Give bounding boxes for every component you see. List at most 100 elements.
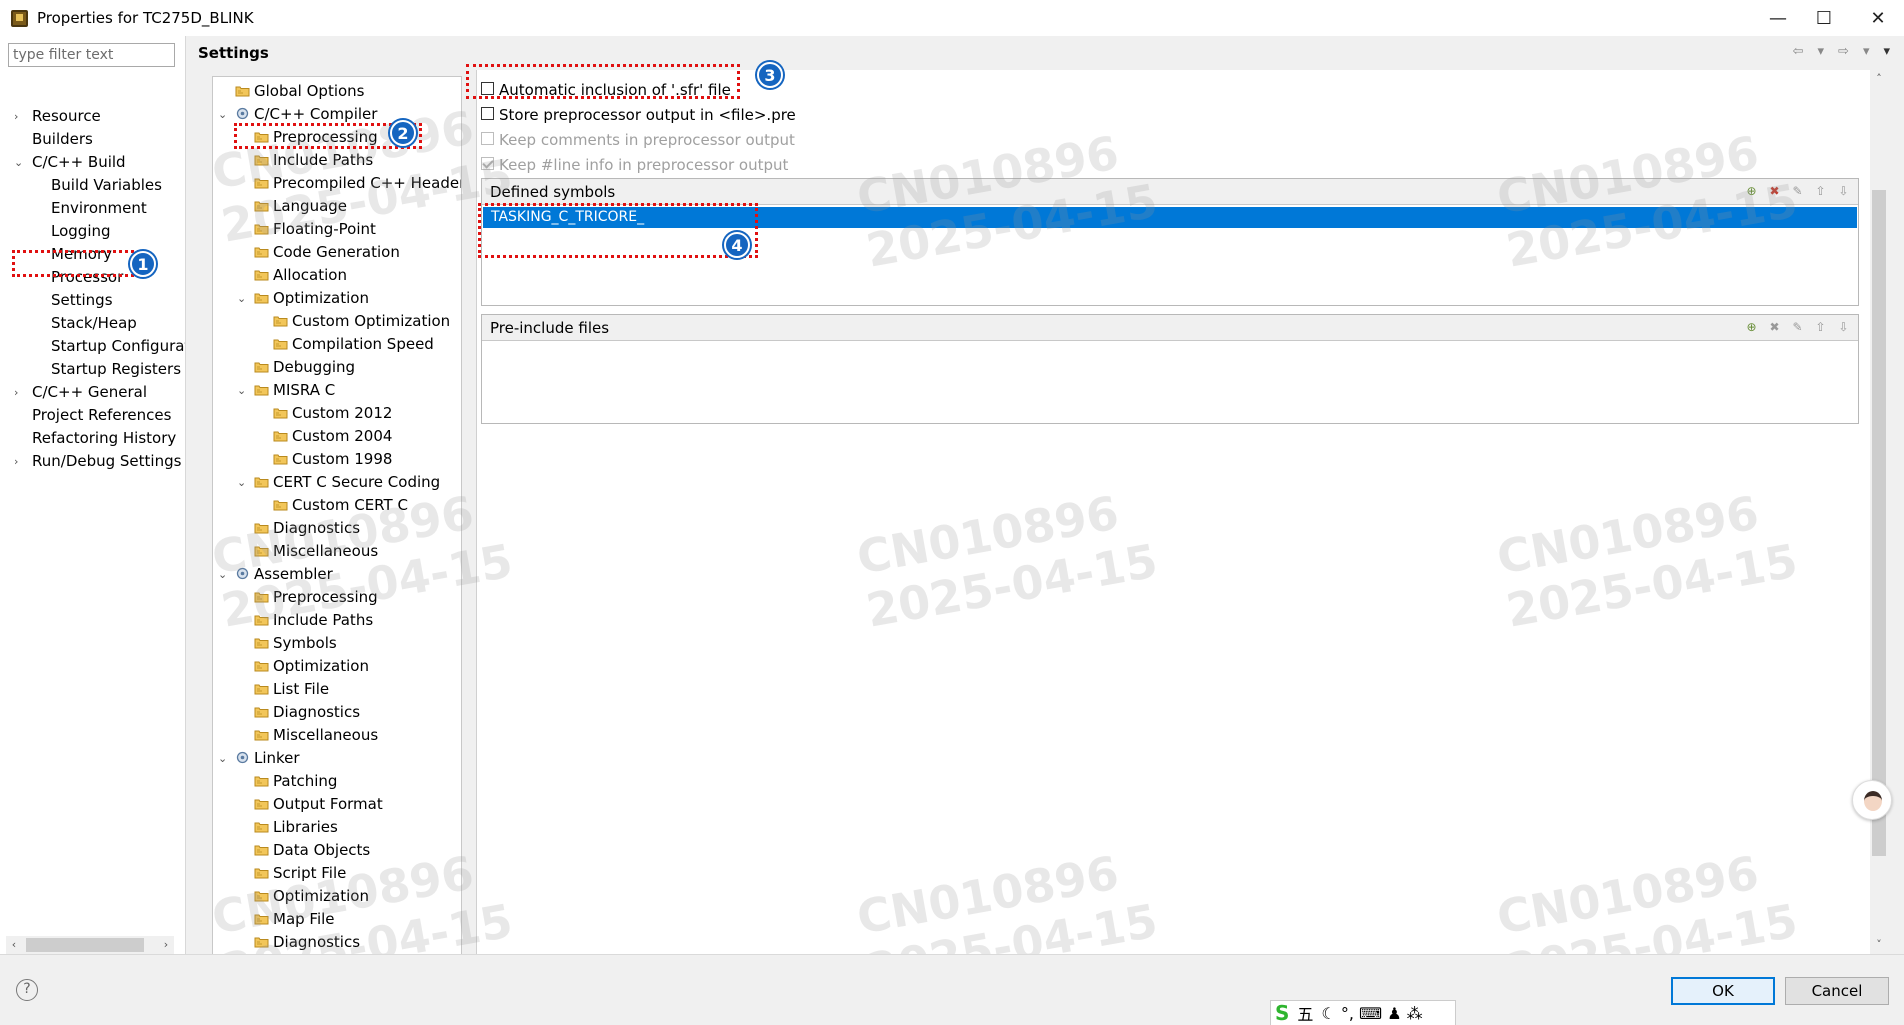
scroll-right-icon[interactable]: ›	[158, 936, 174, 954]
add-symbol-icon[interactable]: ⊕	[1743, 183, 1760, 200]
tool-tree-item-assembler[interactable]: Assembler	[235, 563, 333, 586]
help-icon[interactable]: ?	[16, 979, 38, 1001]
category-item-builders[interactable]: Builders	[32, 128, 93, 151]
tool-tree-item-custom-optimization[interactable]: Custom Optimization	[273, 310, 450, 333]
tool-tree-item-allocation[interactable]: Allocation	[254, 264, 347, 287]
category-item-c-c-general[interactable]: C/C++ General	[32, 381, 147, 404]
tool-tree-item-diagnostics[interactable]: Diagnostics	[254, 517, 360, 540]
ok-button[interactable]: OK	[1671, 977, 1775, 1005]
tool-tree-item-data-objects[interactable]: Data Objects	[254, 839, 370, 862]
collapse-icon[interactable]: ⌄	[237, 379, 249, 402]
close-button[interactable]: ✕	[1852, 0, 1904, 36]
category-item-environment[interactable]: Environment	[51, 197, 147, 220]
ime-mode[interactable]: 五	[1297, 1001, 1313, 1025]
tool-tree-item-custom-1998[interactable]: Custom 1998	[273, 448, 392, 471]
category-item-resource[interactable]: Resource	[32, 105, 101, 128]
category-item-c-c-build[interactable]: C/C++ Build	[32, 151, 126, 174]
tool-tree-item-linker[interactable]: Linker	[235, 747, 300, 770]
tool-tree-item-script-file[interactable]: Script File	[254, 862, 346, 885]
tool-tree-item-custom-2012[interactable]: Custom 2012	[273, 402, 392, 425]
category-item-startup-registers[interactable]: Startup Registers	[51, 358, 181, 381]
edit-symbol-icon[interactable]: ✎	[1789, 183, 1806, 200]
add-file-icon[interactable]: ⊕	[1743, 319, 1760, 336]
tool-tree-item-cert-c-secure-coding[interactable]: CERT C Secure Coding	[254, 471, 440, 494]
collapse-icon[interactable]: ⌄	[218, 563, 230, 586]
tool-tree-item-include-paths[interactable]: Include Paths	[254, 149, 373, 172]
tool-tree-item-miscellaneous[interactable]: Miscellaneous	[254, 724, 378, 747]
move-down-icon[interactable]: ⇩	[1835, 183, 1852, 200]
tool-tree-item-miscellaneous[interactable]: Miscellaneous	[254, 540, 378, 563]
tool-tree-item-symbols[interactable]: Symbols	[254, 632, 337, 655]
tool-tree-item-misra-c[interactable]: MISRA C	[254, 379, 335, 402]
category-item-run-debug-settings[interactable]: Run/Debug Settings	[32, 450, 181, 473]
delete-symbol-icon[interactable]: ✖	[1766, 183, 1783, 200]
tool-tree-item-custom-2004[interactable]: Custom 2004	[273, 425, 392, 448]
tool-tree-item-language[interactable]: Language	[254, 195, 347, 218]
preinclude-files-list[interactable]	[482, 341, 1858, 423]
tool-tree-item-libraries[interactable]: Libraries	[254, 816, 338, 839]
expand-icon[interactable]: ›	[14, 381, 26, 404]
vertical-scroll-thumb[interactable]	[1872, 190, 1886, 856]
forward-icon[interactable]: ⇨	[1838, 44, 1849, 59]
tool-tree-item-patching[interactable]: Patching	[254, 770, 337, 793]
category-item-build-variables[interactable]: Build Variables	[51, 174, 162, 197]
store-pre-checkbox[interactable]	[481, 107, 494, 120]
tool-tree-item-custom-cert-c[interactable]: Custom CERT C	[273, 494, 408, 517]
avatar-face-icon	[1864, 791, 1882, 811]
tool-tree-item-precompiled-c-headers[interactable]: Precompiled C++ Headers	[254, 172, 461, 195]
category-item-refactoring-history[interactable]: Refactoring History	[32, 427, 176, 450]
properties-vertical-scrollbar[interactable]: ˄ ˅	[1870, 70, 1888, 954]
delete-file-icon[interactable]: ✖	[1766, 319, 1783, 336]
collapse-icon[interactable]: ⌄	[237, 287, 249, 310]
tool-tree-item-include-paths[interactable]: Include Paths	[254, 609, 373, 632]
cancel-button[interactable]: Cancel	[1785, 977, 1889, 1005]
tool-tree-item-optimization[interactable]: Optimization	[254, 287, 369, 310]
tool-tree-item-output-format[interactable]: Output Format	[254, 793, 383, 816]
expand-icon[interactable]: ›	[14, 105, 26, 128]
tool-tree-item-diagnostics[interactable]: Diagnostics	[254, 931, 360, 954]
tool-tree-item-diagnostics[interactable]: Diagnostics	[254, 701, 360, 724]
tool-tree-item-floating-point[interactable]: Floating-Point	[254, 218, 376, 241]
category-item-startup-configurat[interactable]: Startup Configurat	[51, 335, 186, 358]
category-item-settings[interactable]: Settings	[51, 289, 113, 312]
view-menu-icon[interactable]: ▾	[1883, 44, 1890, 59]
tool-tree-item-global-options[interactable]: Global Options	[235, 80, 365, 103]
category-item-logging[interactable]: Logging	[51, 220, 111, 243]
tool-tree-item-optimization[interactable]: Optimization	[254, 885, 369, 908]
ime-toolbar[interactable]: S 五 ☾ °, ⌨ ♟ ⁂	[1270, 1000, 1456, 1025]
tool-tree-item-preprocessing[interactable]: Preprocessing	[254, 586, 378, 609]
move-up-icon[interactable]: ⇧	[1812, 183, 1829, 200]
back-menu-icon[interactable]: ▾	[1818, 44, 1825, 59]
minimize-button[interactable]: —	[1752, 0, 1804, 36]
scroll-left-icon[interactable]: ‹	[6, 936, 22, 954]
filter-input[interactable]	[8, 43, 175, 67]
assistant-avatar[interactable]	[1852, 780, 1892, 820]
collapse-icon[interactable]: ⌄	[218, 103, 230, 126]
tool-tree-item-compilation-speed[interactable]: Compilation Speed	[273, 333, 434, 356]
expand-icon[interactable]: ›	[14, 450, 26, 473]
maximize-button[interactable]: ☐	[1798, 0, 1850, 36]
category-horizontal-scrollbar[interactable]: ‹ ›	[6, 936, 174, 954]
scroll-thumb[interactable]	[26, 938, 144, 952]
collapse-icon[interactable]: ⌄	[218, 747, 230, 770]
scroll-down-icon[interactable]: ˅	[1870, 936, 1888, 954]
category-item-project-references[interactable]: Project References	[32, 404, 171, 427]
category-item-stack-heap[interactable]: Stack/Heap	[51, 312, 137, 335]
file-move-up-icon[interactable]: ⇧	[1812, 319, 1829, 336]
tool-tree-item-debugging[interactable]: Debugging	[254, 356, 355, 379]
back-icon[interactable]: ⇦	[1793, 44, 1804, 59]
ime-icons[interactable]: ☾ °, ⌨ ♟ ⁂	[1321, 1004, 1422, 1023]
collapse-icon[interactable]: ⌄	[237, 471, 249, 494]
edit-file-icon[interactable]: ✎	[1789, 319, 1806, 336]
dialog-button-bar: ? OK Cancel S 五 ☾ °, ⌨ ♟ ⁂	[0, 954, 1904, 1025]
tool-tree-item-optimization[interactable]: Optimization	[254, 655, 369, 678]
nav-icons: ⇦ ▾ ⇨ ▾ ▾	[1793, 44, 1890, 59]
tool-tree-item-list-file[interactable]: List File	[254, 678, 329, 701]
tool-tree-item-code-generation[interactable]: Code Generation	[254, 241, 400, 264]
forward-menu-icon[interactable]: ▾	[1863, 44, 1870, 59]
tool-tree-item-map-file[interactable]: Map File	[254, 908, 335, 931]
scroll-up-icon[interactable]: ˄	[1870, 70, 1888, 88]
store-pre-option[interactable]: Store preprocessor output in <file>.pre	[481, 104, 796, 126]
collapse-icon[interactable]: ⌄	[14, 151, 26, 174]
file-move-down-icon[interactable]: ⇩	[1835, 319, 1852, 336]
